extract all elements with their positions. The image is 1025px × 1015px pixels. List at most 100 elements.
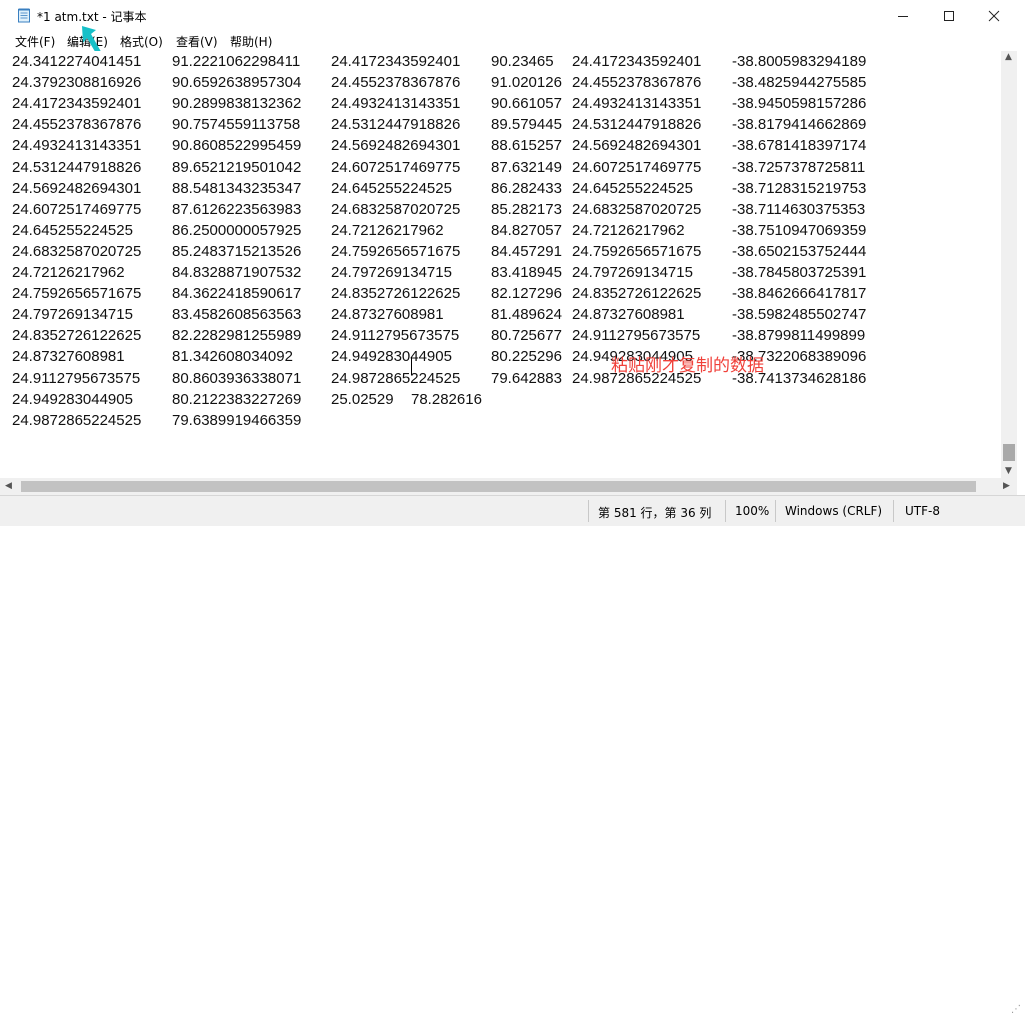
text-value: 82.2282981255989: [172, 327, 302, 345]
text-value: 24.7592656571675: [331, 242, 461, 260]
text-value: 84.8328871907532: [172, 264, 302, 281]
text-line: 24.949283044905 80.2122383227269 25.02529 7…: [0, 389, 1001, 410]
text-line: 24.3792308816926 90.6592638957304 24.45523…: [0, 72, 1001, 93]
text-value: 24.9112795673575: [12, 369, 141, 387]
menu-file[interactable]: 文件(F): [15, 33, 55, 50]
text-value: 83.418945: [491, 264, 562, 281]
minimize-icon: [898, 15, 908, 17]
text-value: -38.5982485502747: [732, 306, 867, 324]
text-value: 91.020126: [491, 74, 562, 92]
text-line: 24.5692482694301 88.5481343235347 24.64525…: [0, 178, 1001, 199]
text-value: 24.4932413143351: [12, 137, 142, 155]
text-value: 80.2122383227269: [172, 390, 302, 408]
text-line: 24.797269134715 83.4582608563563 24.873276…: [0, 304, 1001, 325]
close-button[interactable]: [971, 0, 1017, 31]
text-value: 80.725677: [491, 327, 562, 345]
text-value: 24.797269134715: [331, 264, 452, 281]
text-line: 24.9112795673575 80.8603936338071 24.98728…: [0, 368, 1001, 389]
text-line: 24.4552378367876 90.7574559113758 24.53124…: [0, 114, 1001, 135]
text-value: 24.7592656571675: [572, 242, 702, 260]
text-value: 90.8608522995459: [172, 137, 302, 155]
text-value: 24.797269134715: [572, 264, 693, 281]
scroll-up-icon[interactable]: ▲: [1005, 52, 1012, 62]
scroll-down-icon[interactable]: ▼: [1005, 466, 1012, 476]
status-encoding: UTF-8: [905, 504, 940, 518]
text-value: 83.4582608563563: [172, 306, 302, 324]
text-value: 90.2899838132362: [172, 95, 302, 113]
text-value: 87.632149: [491, 158, 562, 176]
vertical-scroll-thumb[interactable]: [1003, 444, 1015, 461]
menu-format[interactable]: 格式(O): [120, 33, 163, 50]
text-value: 82.127296: [491, 285, 562, 303]
scroll-right-icon[interactable]: ▶: [1003, 481, 1010, 491]
title-bar: *1 atm.txt - 记事本: [0, 0, 1025, 31]
text-line: 24.8352726122625 82.2282981255989 24.91127…: [0, 325, 1001, 346]
text-value: 85.2483715213526: [172, 242, 302, 260]
text-value: 24.645255224525: [331, 179, 452, 197]
status-divider: [775, 500, 776, 522]
text-value: 24.9112795673575: [572, 327, 701, 345]
text-line: 24.4932413143351 90.8608522995459 24.56924…: [0, 135, 1001, 156]
text-value: 24.5312447918826: [12, 158, 142, 176]
text-value: -38.6502153752444: [732, 242, 867, 260]
horizontal-scroll-thumb[interactable]: [21, 481, 976, 492]
text-value: 90.7574559113758: [172, 116, 301, 134]
text-value: -38.8799811499899: [732, 327, 866, 345]
text-value: 79.642883: [491, 369, 562, 387]
text-value: 24.72126217962: [12, 264, 125, 281]
menu-bar: 文件(F) 编辑(E) 格式(O) 查看(V) 帮助(H): [0, 31, 1025, 51]
text-value: 24.6072517469775: [331, 158, 461, 176]
maximize-icon: [944, 10, 954, 21]
text-value: 78.282616: [411, 390, 482, 408]
status-position: 第 581 行，第 36 列: [598, 506, 712, 520]
text-value: 24.4552378367876: [12, 116, 142, 134]
text-value: -38.7845803725391: [732, 264, 867, 281]
text-value: -38.8179414662869: [732, 116, 867, 134]
text-value: 24.5692482694301: [12, 179, 142, 197]
text-line: 24.645255224525 86.2500000057925 24.721262…: [0, 220, 1001, 241]
text-value: 24.6832587020725: [12, 242, 142, 260]
text-value: 91.2221062298411: [172, 53, 301, 70]
text-value: 86.282433: [491, 179, 562, 197]
text-value: 89.579445: [491, 116, 562, 134]
menu-help[interactable]: 帮助(H): [230, 33, 272, 50]
text-line: 24.4172343592401 90.2899838132362 24.49324…: [0, 93, 1001, 114]
text-value: -38.6781418397174: [732, 137, 867, 155]
scroll-left-icon[interactable]: ◀: [5, 481, 12, 491]
text-value: 24.72126217962: [331, 221, 444, 239]
text-line: 24.3412274041451 91.2221062298411 24.41723…: [0, 51, 1001, 72]
text-value: 24.4932413143351: [572, 95, 702, 113]
resize-grip-icon[interactable]: ⋰: [1011, 1004, 1021, 1015]
text-value: 24.4552378367876: [331, 74, 461, 92]
text-value: 90.23465: [491, 53, 554, 70]
text-value: 25.02529: [331, 390, 394, 408]
text-caret: [411, 357, 412, 375]
maximize-button[interactable]: [926, 0, 972, 31]
status-zoom: 100%: [735, 504, 770, 518]
minimize-button[interactable]: [880, 0, 926, 31]
text-value: 81.489624: [491, 306, 562, 324]
text-value: -38.7128315219753: [732, 179, 867, 197]
text-value: 24.797269134715: [12, 306, 133, 324]
text-value: 84.827057: [491, 221, 562, 239]
text-value: 24.4932413143351: [331, 95, 461, 113]
text-value: 24.9872865224525: [12, 411, 142, 429]
text-value: 88.5481343235347: [172, 179, 302, 197]
menu-view[interactable]: 查看(V): [176, 33, 218, 50]
text-value: 24.6832587020725: [331, 200, 461, 218]
status-line-ending: Windows (CRLF): [785, 504, 883, 518]
text-value: 24.4552378367876: [572, 74, 702, 92]
annotation-text: 粘贴刚才复制的数据: [611, 356, 764, 376]
text-value: 24.949283044905: [331, 348, 452, 366]
text-value: 24.4172343592401: [331, 53, 461, 70]
status-bar: 第 581 行，第 36 列 100% Windows (CRLF) UTF-8…: [0, 495, 1025, 1015]
text-line: 24.9872865224525 79.6389919466359: [0, 410, 1001, 431]
text-value: 88.615257: [491, 137, 562, 155]
vertical-scrollbar[interactable]: [1001, 51, 1017, 478]
text-value: 90.661057: [491, 95, 562, 113]
text-value: 24.8352726122625: [572, 285, 702, 303]
text-line: 24.87327608981 81.342608034092 24.94928304…: [0, 346, 1001, 367]
text-value: 24.949283044905: [12, 390, 133, 408]
text-value: 24.3412274041451: [12, 53, 142, 70]
text-editor[interactable]: 24.3412274041451 91.2221062298411 24.41723…: [0, 51, 1001, 478]
